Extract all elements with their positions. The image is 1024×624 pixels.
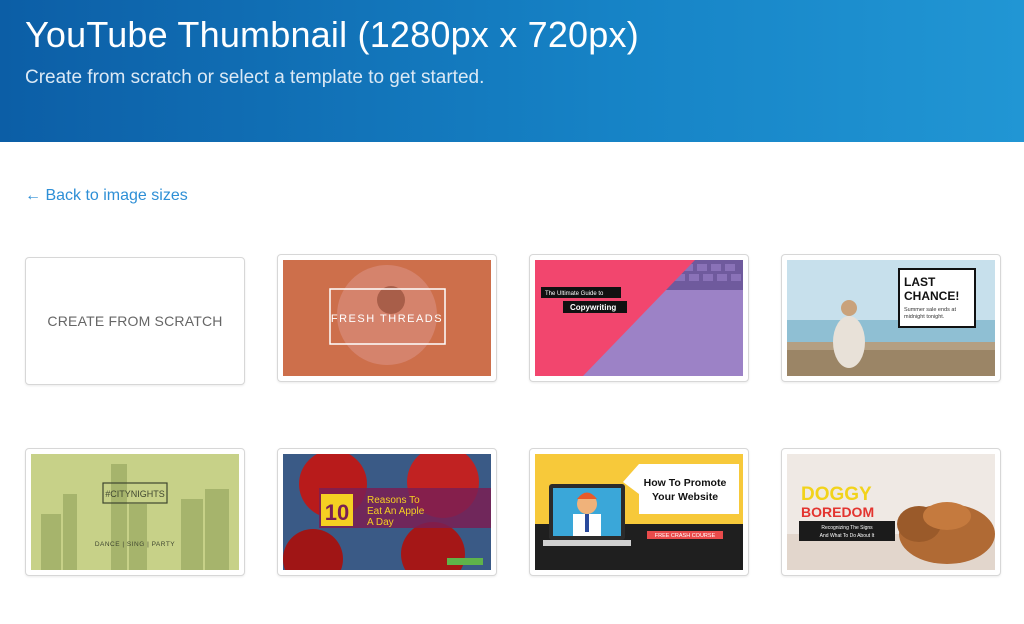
template-thumbnail: 10 Reasons To Eat An Apple A Day: [283, 454, 491, 570]
template-text: Your Website: [652, 491, 718, 503]
template-text: Reasons To: [367, 495, 420, 506]
template-thumbnail: FRESH THREADS: [283, 260, 491, 376]
template-text: BOREDOM: [801, 504, 874, 520]
template-text: Summer sale ends at: [904, 307, 956, 313]
template-text: CHANCE!: [904, 289, 959, 303]
template-text: Recognizing The Signs: [821, 525, 873, 531]
template-text: DANCE | SING | PARTY: [95, 541, 175, 548]
create-from-scratch-button[interactable]: CREATE FROM SCRATCH: [25, 257, 245, 385]
template-text: Eat An Apple: [367, 506, 425, 517]
template-text: FREE CRASH COURSE: [655, 533, 716, 539]
template-text: A Day: [367, 517, 394, 528]
template-text: LAST: [904, 275, 936, 289]
template-text: Copywriting: [570, 303, 616, 312]
back-to-image-sizes-link[interactable]: ← Back to image sizes: [25, 187, 188, 205]
template-text: DOGGY: [801, 484, 872, 505]
template-thumbnail: DOGGY BOREDOM Recognizing The Signs And …: [787, 454, 995, 570]
page-header: YouTube Thumbnail (1280px x 720px) Creat…: [0, 0, 1024, 142]
template-text: midnight tonight.: [904, 314, 945, 320]
template-text: 10: [325, 500, 349, 525]
create-from-scratch-label: CREATE FROM SCRATCH: [47, 313, 223, 329]
template-promote-website[interactable]: How To Promote Your Website FREE CRASH C…: [529, 448, 749, 576]
page-subtitle: Create from scratch or select a template…: [25, 67, 485, 88]
template-thumbnail: The Ultimate Guide to Copywriting: [535, 260, 743, 376]
template-last-chance[interactable]: LAST CHANCE! Summer sale ends at midnigh…: [781, 254, 1001, 382]
template-thumbnail: #CITYNIGHTS DANCE | SING | PARTY: [31, 454, 239, 570]
template-text: #CITYNIGHTS: [105, 489, 165, 499]
template-city-nights[interactable]: #CITYNIGHTS DANCE | SING | PARTY: [25, 448, 245, 576]
template-text: FRESH THREADS: [331, 313, 443, 325]
template-thumbnail: How To Promote Your Website FREE CRASH C…: [535, 454, 743, 570]
page-title: YouTube Thumbnail (1280px x 720px): [25, 14, 639, 55]
template-text: How To Promote: [644, 477, 727, 489]
template-thumbnail: LAST CHANCE! Summer sale ends at midnigh…: [787, 260, 995, 376]
template-doggy-boredom[interactable]: DOGGY BOREDOM Recognizing The Signs And …: [781, 448, 1001, 576]
template-apple[interactable]: 10 Reasons To Eat An Apple A Day: [277, 448, 497, 576]
template-fresh-threads[interactable]: FRESH THREADS: [277, 254, 497, 382]
template-text: And What To Do About It: [820, 533, 875, 539]
template-copywriting[interactable]: The Ultimate Guide to Copywriting: [529, 254, 749, 382]
template-text: The Ultimate Guide to: [545, 291, 604, 297]
